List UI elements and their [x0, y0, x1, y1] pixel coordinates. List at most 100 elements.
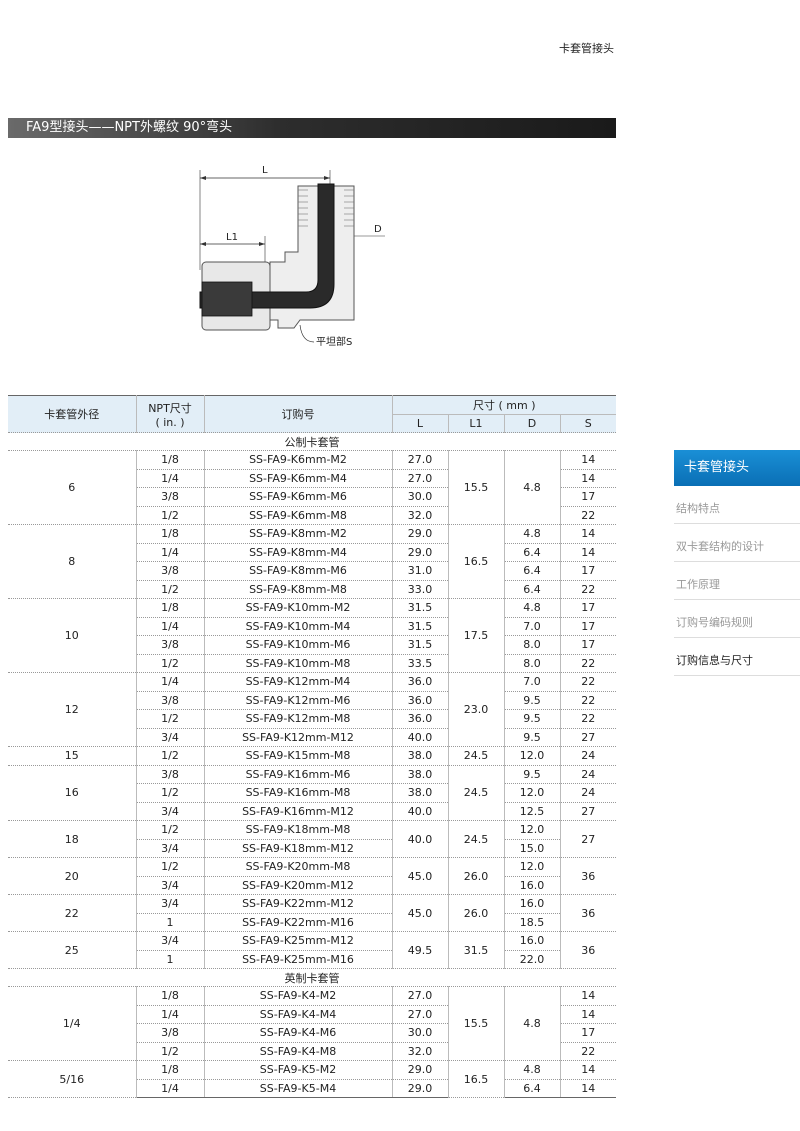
cell-L: 29.0 [391, 1060, 449, 1080]
cell-c0: 6 [8, 450, 137, 525]
cell-ord: SS-FA9-K10mm-M6 [203, 635, 393, 655]
cell-S: 22 [559, 690, 616, 710]
cell-L: 45.0 [391, 857, 449, 895]
cell-L: 33.0 [391, 579, 449, 599]
header-D: D [503, 413, 561, 433]
cell-L1: 24.5 [447, 746, 505, 766]
cell-L: 32.0 [391, 505, 449, 525]
cell-L: 30.0 [391, 487, 449, 507]
cell-L: 29.0 [391, 1078, 449, 1098]
table-row: 8 1/8 SS-FA9-K8mm-M2 29.0 16.5 4.8 14 [8, 524, 616, 599]
cell-ord: SS-FA9-K10mm-M2 [203, 598, 393, 618]
sidebar-item-features[interactable]: 结构特点 [674, 486, 800, 524]
spec-table: 卡套管外径 NPT尺寸( in. ) 订购号 尺寸 ( mm ) L L1 D … [8, 395, 616, 1098]
cell-D: 9.5 [503, 764, 561, 784]
cell-D: 6.4 [503, 561, 561, 581]
cell-L1: 24.5 [447, 764, 505, 821]
cell-L: 29.0 [391, 524, 449, 544]
cell-L: 38.0 [391, 746, 449, 766]
cell-D: 4.8 [503, 1060, 561, 1080]
cell-ord: SS-FA9-K6mm-M6 [203, 487, 393, 507]
cell-npt: 1/8 [135, 1060, 205, 1080]
cell-npt: 3/4 [136, 801, 205, 821]
cell-S: 14 [559, 986, 616, 1006]
table-row: 20 1/2 SS-FA9-K20mm-M8 45.0 26.0 12.0 36 [8, 857, 616, 895]
cell-ord: SS-FA9-K8mm-M8 [203, 579, 393, 599]
elbow-fitting-diagram: L L1 D 平坦部S [199, 165, 385, 348]
cell-ord: SS-FA9-K22mm-M16 [203, 912, 393, 932]
cell-D: 6.4 [503, 1078, 561, 1098]
cell-ord: SS-FA9-K10mm-M8 [203, 653, 393, 673]
table-row: 16 3/8 SS-FA9-K16mm-M6 38.0 24.5 9.5 24 [8, 764, 616, 821]
cell-ord: SS-FA9-K12mm-M8 [203, 709, 393, 729]
cell-npt: 1/4 [136, 616, 205, 636]
cell-D: 16.0 [503, 931, 561, 951]
cell-S: 22 [559, 579, 616, 599]
cell-S: 14 [559, 1004, 616, 1024]
cell-D: 22.0 [503, 949, 560, 969]
table-row: 1/4 1/8 SS-FA9-K4-M2 27.0 15.5 4.8 14 [8, 986, 616, 1061]
cell-npt: 1/8 [135, 598, 205, 618]
label-L: L [262, 165, 268, 176]
header-npt: NPT尺寸( in. ) [135, 395, 205, 433]
cell-ord: SS-FA9-K16mm-M12 [203, 801, 393, 821]
cell-ord: SS-FA9-K4-M2 [203, 986, 393, 1006]
cell-L: 29.0 [391, 542, 449, 562]
cell-npt: 1/2 [136, 709, 205, 729]
cell-npt: 3/8 [135, 764, 205, 784]
cell-S: 14 [559, 524, 616, 544]
sidebar-item-ordering[interactable]: 订购信息与尺寸 [674, 638, 800, 676]
cell-npt: 1 [136, 949, 205, 969]
cell-npt: 1/8 [135, 524, 205, 544]
cell-ord: SS-FA9-K5-M4 [203, 1078, 393, 1098]
cell-L: 36.0 [391, 672, 449, 692]
cell-S: 14 [559, 468, 616, 488]
sidebar-item-coding[interactable]: 订购号编码规则 [674, 600, 800, 638]
cell-L: 27.0 [391, 986, 449, 1006]
cell-S: 17 [559, 635, 616, 655]
cell-npt: 1/2 [135, 857, 205, 877]
header-L1: L1 [447, 413, 505, 433]
sidebar-item-design[interactable]: 双卡套结构的设计 [674, 524, 800, 562]
cell-D: 6.4 [503, 579, 561, 599]
cell-D: 8.0 [503, 653, 561, 673]
sidebar-item-principle[interactable]: 工作原理 [674, 562, 800, 600]
cell-D: 15.0 [503, 838, 560, 858]
cell-S: 14 [559, 542, 616, 562]
cell-D: 6.4 [503, 542, 561, 562]
table-row: 5/16 1/8 SS-FA9-K5-M2 29.0 16.5 4.8 14 [8, 1060, 616, 1098]
cell-D: 9.5 [503, 690, 561, 710]
cell-L1: 23.0 [447, 672, 505, 747]
cell-ord: SS-FA9-K20mm-M12 [203, 875, 393, 895]
table-row: 10 1/8 SS-FA9-K10mm-M2 31.5 17.5 4.8 17 [8, 598, 616, 673]
sidebar-active-item[interactable]: 卡套管接头 [674, 450, 800, 486]
cell-D: 7.0 [503, 672, 561, 692]
cell-D: 18.5 [503, 912, 560, 932]
cell-ord: SS-FA9-K18mm-M8 [203, 820, 393, 840]
header-L: L [392, 413, 449, 433]
cell-L1: 31.5 [447, 931, 505, 969]
cell-npt: 1/4 [136, 468, 205, 488]
cell-c0: 5/16 [8, 1060, 137, 1098]
cell-ord: SS-FA9-K16mm-M6 [203, 764, 393, 784]
label-S: 平坦部S [316, 335, 352, 348]
cell-c0: 10 [8, 598, 137, 673]
cell-S: 17 [559, 598, 616, 618]
cell-S: 24 [559, 783, 616, 803]
cell-D: 4.8 [503, 986, 561, 1061]
cell-ord: SS-FA9-K12mm-M6 [203, 690, 393, 710]
cell-S: 36 [559, 931, 616, 969]
cell-npt: 3/8 [136, 1023, 205, 1043]
cell-ord: SS-FA9-K25mm-M12 [203, 931, 393, 951]
cell-S: 14 [559, 450, 616, 470]
cell-npt: 1/4 [135, 672, 205, 692]
cell-L1: 26.0 [447, 894, 505, 932]
cell-c0: 8 [8, 524, 137, 599]
cell-npt: 1/8 [135, 986, 205, 1006]
cell-ord: SS-FA9-K4-M6 [203, 1023, 393, 1043]
cell-L: 49.5 [391, 931, 449, 969]
cell-ord: SS-FA9-K4-M8 [203, 1041, 393, 1061]
cell-npt: 3/4 [135, 931, 205, 951]
cell-L: 40.0 [391, 727, 449, 747]
cell-S: 14 [559, 1060, 616, 1080]
